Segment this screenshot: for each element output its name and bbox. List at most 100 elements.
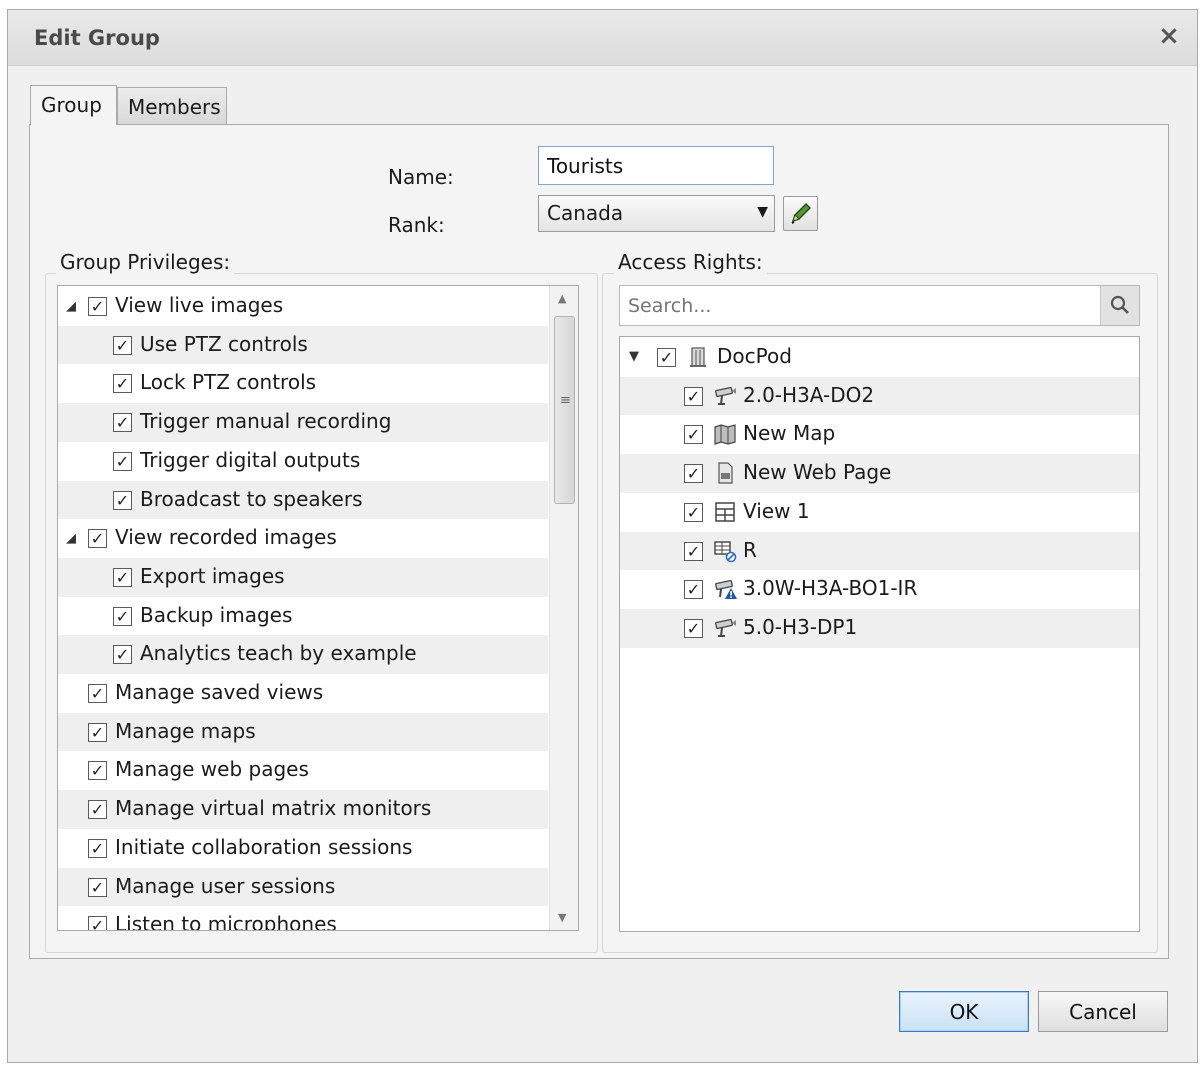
- privilege-row-view-recorded-images[interactable]: ◢ ✓ View recorded images: [58, 519, 548, 558]
- checkbox[interactable]: ✓: [113, 374, 132, 394]
- privilege-row-trigger-manual-recording[interactable]: ✓ Trigger manual recording: [58, 403, 548, 442]
- checkbox[interactable]: ✓: [88, 297, 107, 316]
- scroll-thumb[interactable]: ≡: [554, 316, 575, 504]
- access-tree-item-docpod[interactable]: ▼ ✓ DocPod: [620, 338, 1139, 377]
- access-tree-item-3-0w-h3a-bo1-ir[interactable]: ✓ 3.0W-H3A-BO1-IR: [620, 570, 1139, 609]
- checkbox[interactable]: ✓: [113, 451, 132, 471]
- privilege-row-backup-images[interactable]: ✓ Backup images: [58, 597, 548, 636]
- checkbox[interactable]: ✓: [113, 413, 132, 433]
- privilege-row-manage-user-sessions[interactable]: ✓ Manage user sessions: [58, 867, 548, 907]
- search-input[interactable]: [620, 286, 1100, 325]
- access-item-label: 3.0W-H3A-BO1-IR: [743, 576, 918, 601]
- privilege-row-manage-web-pages[interactable]: ✓ Manage web pages: [58, 751, 548, 790]
- privilege-row-analytics-teach-by-example[interactable]: ✓ Analytics teach by example: [58, 635, 548, 674]
- privilege-row-view-live-images[interactable]: ◢ ✓ View live images: [58, 287, 548, 326]
- checkbox[interactable]: ✓: [684, 580, 703, 600]
- privilege-row-listen-to-microphones[interactable]: ✓ Listen to microphones: [58, 906, 548, 931]
- expander-icon[interactable]: ◢: [66, 299, 76, 314]
- expander-icon[interactable]: ▼: [629, 349, 639, 364]
- checkbox[interactable]: ✓: [88, 722, 107, 742]
- expander-icon[interactable]: ◢: [66, 531, 76, 546]
- camera-icon: [715, 386, 736, 405]
- grip-icon: ≡: [560, 393, 571, 408]
- privilege-row-manage-maps[interactable]: ✓ Manage maps: [58, 712, 548, 752]
- privileges-list: ◢ ✓ View live images ✓ Use PTZ controls ✓ Lock…: [57, 285, 579, 931]
- checkbox[interactable]: ✓: [88, 761, 107, 781]
- search-box: [619, 285, 1140, 326]
- checkbox[interactable]: ✓: [113, 645, 132, 665]
- privilege-label: Analytics teach by example: [140, 641, 417, 666]
- tab-group[interactable]: Group: [30, 85, 117, 125]
- tab-members[interactable]: Members: [117, 87, 227, 124]
- checkbox[interactable]: ✓: [88, 838, 107, 858]
- privilege-label: View live images: [115, 293, 284, 317]
- pencil-icon: [791, 203, 811, 224]
- privilege-label: Backup images: [140, 602, 293, 627]
- checkbox[interactable]: ✓: [684, 425, 703, 445]
- edit-rank-button[interactable]: [783, 196, 818, 231]
- access-tree-item-5-0-h3-dp1[interactable]: ✓ 5.0-H3-DP1: [620, 608, 1139, 648]
- search-button[interactable]: [1100, 286, 1139, 325]
- checkbox[interactable]: ✓: [684, 541, 703, 561]
- privilege-row-trigger-digital-outputs[interactable]: ✓ Trigger digital outputs: [58, 442, 548, 481]
- privilege-label: Manage web pages: [115, 757, 309, 782]
- checkbox[interactable]: ✓: [88, 916, 107, 930]
- access-tree-item-view-1[interactable]: ✓ View 1: [620, 493, 1139, 532]
- scroll-up-arrow-icon[interactable]: ▲: [558, 292, 566, 305]
- privilege-label: Lock PTZ controls: [140, 370, 317, 395]
- map-icon: [714, 424, 736, 446]
- scroll-down-arrow-icon[interactable]: ▼: [558, 911, 566, 924]
- access-item-label: 5.0-H3-DP1: [743, 614, 858, 639]
- access-tree-item-2-0-h3a-do2[interactable]: ✓ 2.0-H3A-DO2: [620, 376, 1139, 416]
- privilege-label: Trigger manual recording: [140, 409, 392, 434]
- privilege-row-manage-virtual-matrix-monitors[interactable]: ✓ Manage virtual matrix monitors: [58, 790, 548, 829]
- privilege-row-export-images[interactable]: ✓ Export images: [58, 557, 548, 597]
- access-tree-item-new-map[interactable]: ✓ New Map: [620, 415, 1139, 454]
- access-rights-tree: ▼ ✓ DocPod ✓ 2.0-H3A-DO2 ✓ New Map ✓ New Web Pag…: [619, 336, 1140, 932]
- close-button[interactable]: ×: [1155, 22, 1183, 50]
- privilege-row-initiate-collaboration-sessions[interactable]: ✓ Initiate collaboration sessions: [58, 829, 548, 868]
- checkbox[interactable]: ✓: [88, 529, 107, 549]
- access-item-label: DocPod: [717, 344, 792, 368]
- checkbox[interactable]: ✓: [113, 490, 132, 510]
- ok-button[interactable]: OK: [899, 991, 1029, 1032]
- checkbox[interactable]: ✓: [113, 606, 132, 626]
- access-tree-item-new-web-page[interactable]: ✓ New Web Page: [620, 454, 1139, 493]
- privilege-label: Broadcast to speakers: [140, 486, 363, 511]
- name-label: Name:: [388, 165, 454, 189]
- privilege-label: Initiate collaboration sessions: [115, 834, 413, 859]
- rank-select[interactable]: Canada ▼: [538, 195, 775, 232]
- cancel-button[interactable]: Cancel: [1038, 991, 1168, 1032]
- privilege-row-use-ptz-controls[interactable]: ✓ Use PTZ controls: [58, 325, 548, 365]
- checkbox[interactable]: ✓: [88, 684, 107, 703]
- checkbox[interactable]: ✓: [113, 567, 132, 587]
- checkbox[interactable]: ✓: [657, 348, 676, 367]
- privilege-label: Manage virtual matrix monitors: [115, 796, 432, 821]
- privilege-label: Manage maps: [115, 718, 256, 743]
- checkbox[interactable]: ✓: [88, 877, 107, 897]
- checkbox[interactable]: ✓: [684, 386, 703, 406]
- checkbox[interactable]: ✓: [88, 800, 107, 820]
- name-input[interactable]: [538, 146, 774, 185]
- privilege-label: Manage user sessions: [115, 873, 336, 898]
- rank-label: Rank:: [388, 213, 445, 237]
- privileges-scrollbar[interactable]: ▲ ≡ ▼: [549, 286, 578, 930]
- rank-selected-value: Canada: [547, 201, 624, 225]
- dialog-title: Edit Group: [34, 26, 160, 50]
- privilege-label: Listen to microphones: [115, 912, 337, 931]
- access-item-label: View 1: [743, 498, 810, 523]
- checkbox[interactable]: ✓: [113, 335, 132, 355]
- chevron-down-icon: ▼: [757, 204, 768, 220]
- privilege-row-broadcast-to-speakers[interactable]: ✓ Broadcast to speakers: [58, 480, 548, 520]
- privilege-label: View recorded images: [115, 525, 337, 550]
- web-page-icon: [718, 462, 733, 484]
- access-item-label: New Map: [743, 421, 836, 446]
- privilege-row-lock-ptz-controls[interactable]: ✓ Lock PTZ controls: [58, 364, 548, 403]
- magnifier-icon: [1110, 295, 1129, 314]
- checkbox[interactable]: ✓: [684, 464, 703, 484]
- access-tree-item-r[interactable]: ✓ R: [620, 531, 1139, 571]
- checkbox[interactable]: ✓: [684, 502, 703, 522]
- checkbox[interactable]: ✓: [684, 618, 703, 638]
- virtual-matrix-icon: [714, 540, 737, 562]
- privilege-row-manage-saved-views[interactable]: ✓ Manage saved views: [58, 674, 548, 713]
